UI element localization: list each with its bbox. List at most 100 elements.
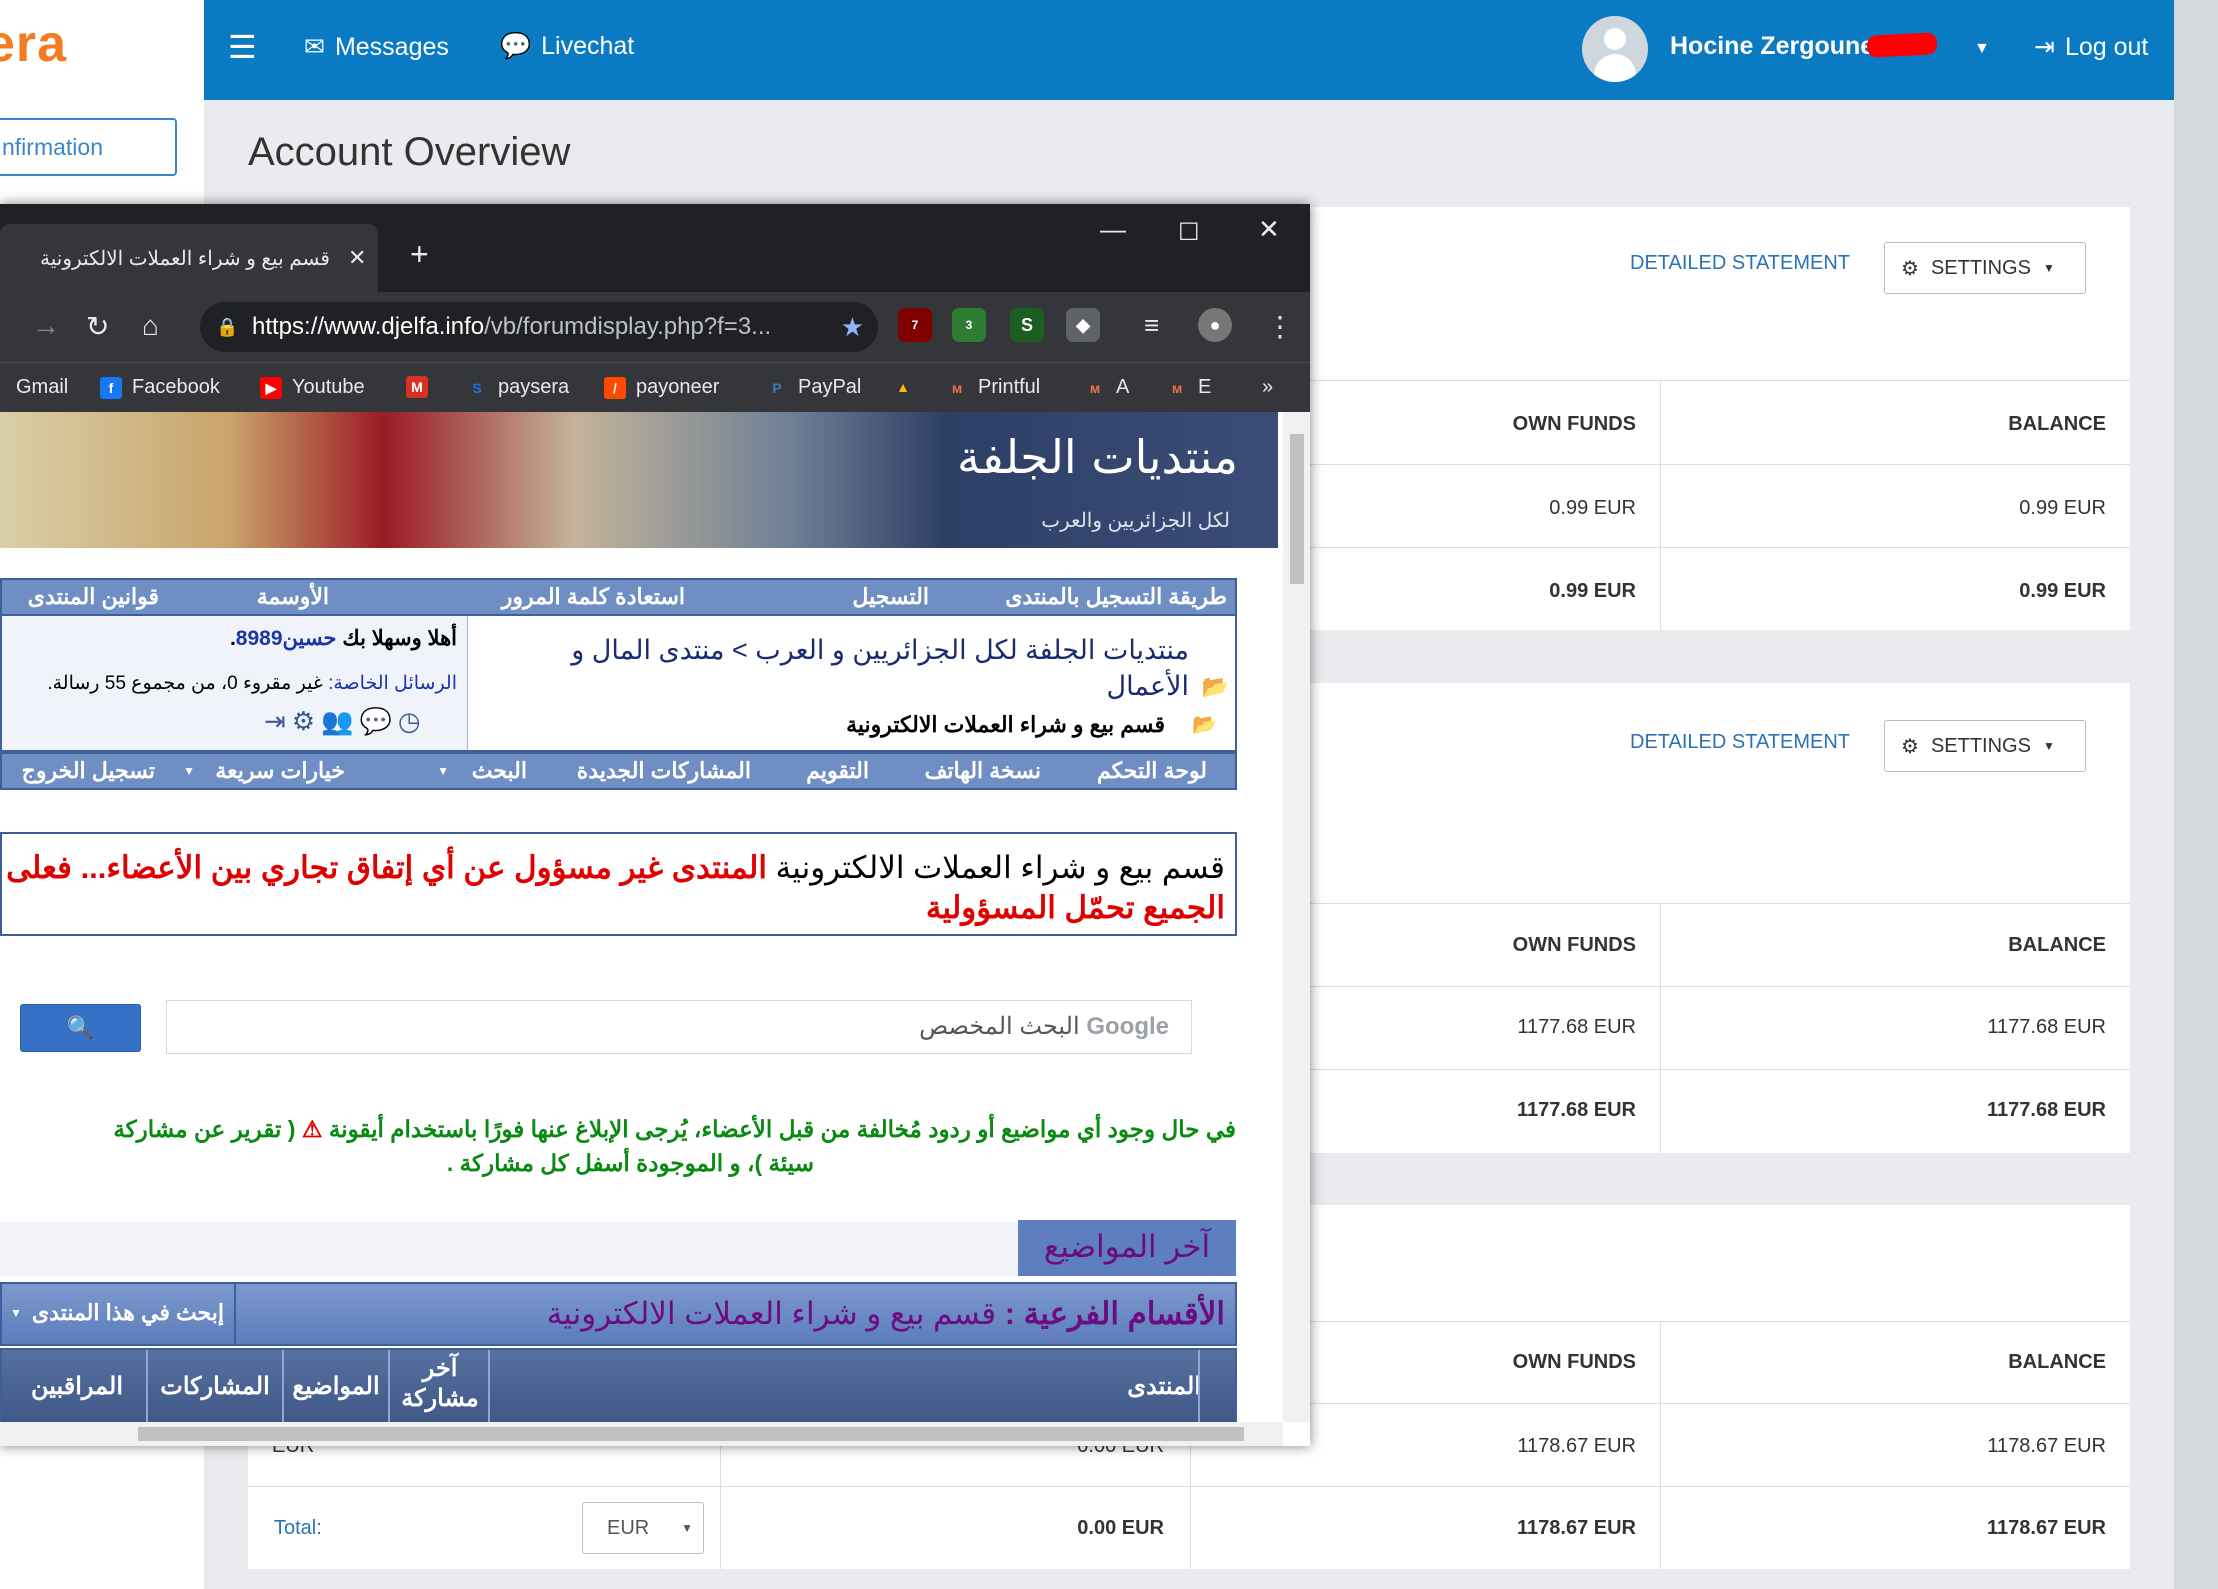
balance-header: BALANCE [2008,413,2106,435]
nav-register[interactable]: التسجيل [852,584,929,610]
breadcrumb[interactable]: منتديات الجلفة لكل الجزائريين و العرب > … [509,632,1189,704]
nav-medals[interactable]: الأوسمة [257,584,329,610]
bookmark-gmail-icon[interactable]: M [406,376,428,398]
vertical-scrollbar[interactable] [1283,412,1310,1422]
custom-search-input[interactable]: Google البحث المخصص [166,1000,1192,1054]
maximize-icon[interactable]: ☐ [1178,218,1200,247]
bookmark-paysera[interactable]: Spaysera [466,376,569,399]
horizontal-scrollbar[interactable] [0,1422,1283,1446]
settings-button[interactable]: ⚙ SETTINGS ▼ [1884,242,2086,294]
settings-button[interactable]: ⚙ SETTINGS ▼ [1884,720,2086,772]
divider [1660,1321,1661,1569]
latest-topics-tab[interactable]: آخر المواضيع [1018,1220,1236,1276]
balance-value: 1178.67 EUR [1987,1435,2106,1457]
livechat-link[interactable]: 💬 Livechat [500,32,634,61]
logout-icon[interactable]: ⇥ [264,706,292,736]
scrollbar-thumb[interactable] [138,1427,1244,1441]
logout-link[interactable]: ⇥ Log out [2034,32,2148,62]
hamburger-menu-icon[interactable]: ☰ [228,28,257,66]
nav-new-posts[interactable]: المشاركات الجديدة [577,758,751,784]
shield-extension-icon[interactable]: 3 [952,308,986,342]
clock-icon[interactable]: ◷ [398,706,427,736]
bookmark-payoneer[interactable]: / payoneer [604,376,719,399]
google-drive-icon: ▲ [896,379,910,395]
breadcrumb-box: منتديات الجلفة لكل الجزائريين و العرب > … [0,616,1237,752]
tab-strip: قسم بيع و شراء العملات الالكترونية ✕ + —… [0,204,1310,292]
close-window-icon[interactable]: ✕ [1258,214,1280,245]
page-title: Account Overview [248,130,571,174]
forum-logo[interactable]: منتديات الجلفة [957,430,1238,484]
nav-recover-password[interactable]: استعادة كلمة المرور [502,584,685,610]
nav-quick-options[interactable]: خيارات سريعة [215,758,345,784]
gear-icon: ⚙ [1901,735,1919,758]
brand-logo[interactable]: era [0,14,67,74]
bookmark-e[interactable]: ᴍE [1166,376,1212,399]
home-icon[interactable]: ⌂ [142,310,159,342]
currency-select[interactable]: EUR ▼ [582,1502,704,1554]
nav-search[interactable]: البحث [472,758,527,784]
divider [146,1350,148,1422]
printful-icon: ᴍ [951,379,963,396]
bookmark-a[interactable]: ᴍA [1084,376,1130,399]
bookmark-facebook[interactable]: f Facebook [100,376,220,399]
close-tab-icon[interactable]: ✕ [348,245,366,271]
user-menu[interactable]: Hocine Zergoune [1670,32,1874,61]
subforums-title: الأقسام الفرعية : قسم بيع و شراء العملات… [546,1296,1225,1331]
nav-mobile-version[interactable]: نسخة الهاتف [925,758,1041,784]
bookmark-paypal[interactable]: P PayPal [766,376,861,399]
reload-icon[interactable]: ↻ [86,310,109,343]
search-this-forum[interactable]: إبحث في هذا المنتدى ▼ [2,1284,236,1344]
chat-icon[interactable]: 💬 [359,706,397,736]
detailed-statement-link[interactable]: DETAILED STATEMENT [1630,252,1850,275]
scrollbar-thumb[interactable] [1290,434,1304,584]
chevron-down-icon[interactable]: ▼ [1974,40,1990,58]
star-icon[interactable]: ★ [841,312,864,343]
profile-avatar-icon[interactable]: ● [1198,308,1232,342]
add-user-icon[interactable]: 👥 [321,706,359,736]
bookmarks-overflow[interactable]: » [1262,376,1273,399]
balance-header: BALANCE [2008,934,2106,956]
confirmation-button[interactable]: nfirmation [0,118,177,176]
chat-bubbles-icon: 💬 [500,32,532,60]
ublock-extension-icon[interactable]: 7 [898,308,932,342]
own-funds-header: OWN FUNDS [1512,1351,1636,1373]
nav-calendar[interactable]: التقويم [806,758,869,784]
printful-icon: ᴍ [1171,379,1183,396]
username-link[interactable]: حسين8989 [236,627,337,650]
detailed-statement-link[interactable]: DETAILED STATEMENT [1630,731,1850,754]
youtube-icon: ▶ [260,376,282,399]
bookmark-printful[interactable]: ᴍ Printful [946,376,1040,399]
browser-tab[interactable]: قسم بيع و شراء العملات الالكترونية ✕ [0,224,378,292]
divider [1660,903,1661,1153]
nav-forum-rules[interactable]: قوانين المنتدى [28,584,159,610]
address-bar[interactable]: 🔒 https://www.djelfa.info/vb/forumdispla… [200,302,878,352]
kebab-menu-icon[interactable]: ⋮ [1266,310,1294,343]
minimize-icon[interactable]: — [1100,214,1126,245]
forward-icon[interactable]: → [32,310,60,342]
balance-value: 1177.68 EUR [1987,1016,2106,1038]
user-welcome-box: أهلا وسهلا بك حسين8989. الرسائل الخاصة: … [2,616,468,750]
shield-outline-extension-icon[interactable]: ◆ [1066,308,1100,342]
search-button[interactable]: 🔍 [20,1004,141,1052]
gear-icon[interactable]: ⚙ [292,706,321,736]
nav-logout[interactable]: تسجيل الخروج [22,758,155,784]
nav-register-guide[interactable]: طريقة التسجيل بالمنتدى [1005,584,1227,610]
caret-down-icon: ▼ [2042,261,2055,275]
envelope-icon: ✉ [304,33,325,61]
messages-link[interactable]: ✉ Messages [304,32,449,62]
media-queue-icon[interactable]: ≡ [1144,310,1159,341]
avatar[interactable] [1582,16,1648,82]
bookmark-drive[interactable]: ▲ [892,376,914,398]
page-viewport: منتديات الجلفة لكل الجزائريين والعرب طري… [0,412,1283,1422]
s-extension-icon[interactable]: S [1010,308,1044,342]
welcome-line: أهلا وسهلا بك حسين8989. [229,627,457,650]
printful-icon: ᴍ [1089,379,1101,396]
nav-control-panel[interactable]: لوحة التحكم [1097,758,1207,784]
bookmark-youtube[interactable]: ▶ Youtube [260,376,365,399]
pm-link[interactable]: الرسائل الخاصة: [328,673,457,694]
total-label: Total: [274,1517,322,1539]
new-tab-icon[interactable]: + [410,236,429,273]
bookmark-gmail[interactable]: Gmail [16,376,68,399]
reserved-total: 0.00 EUR [1077,1517,1164,1539]
report-notice: في حال وجود أي مواضيع أو ردود مُخالفة من… [113,1116,1236,1176]
